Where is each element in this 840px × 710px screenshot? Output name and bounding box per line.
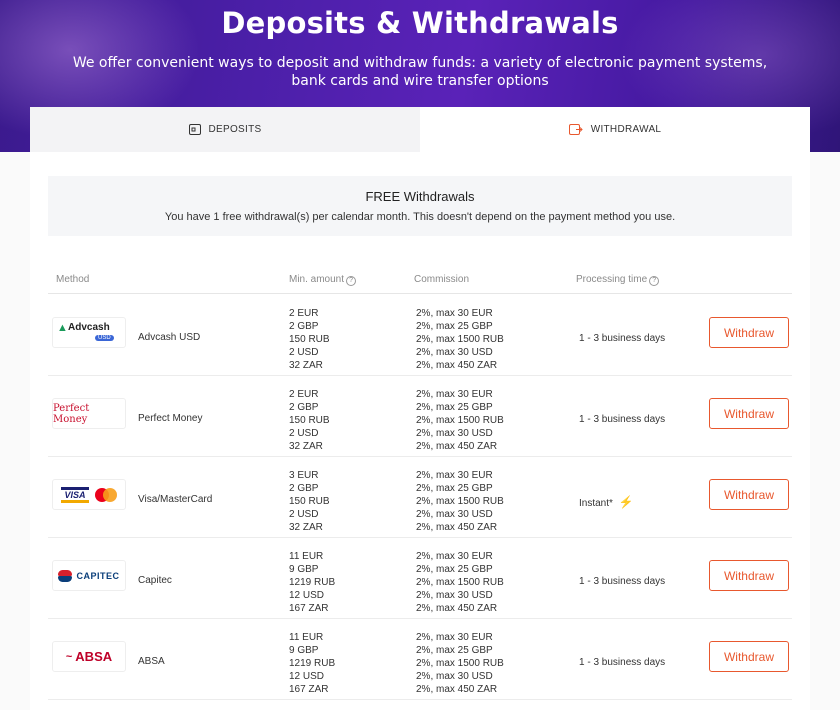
processing-time: 1 - 3 business days bbox=[579, 333, 666, 344]
withdraw-button[interactable]: Withdraw bbox=[709, 479, 789, 510]
min-amount-list: 3 EUR 2 GBP 150 RUB 2 USD 32 ZAR bbox=[289, 470, 330, 533]
tab-withdrawal[interactable]: WITHDRAWAL bbox=[420, 107, 810, 152]
commission-list: 2%, max 30 EUR 2%, max 25 GBP 2%, max 1500… bbox=[416, 308, 504, 371]
tab-deposits[interactable]: DEPOSITS bbox=[30, 107, 420, 152]
page-subtitle: We offer convenient ways to deposit and … bbox=[72, 55, 768, 89]
commission-list: 2%, max 30 EUR 2%, max 25 GBP 2%, max 1500… bbox=[416, 551, 504, 614]
withdraw-button[interactable]: Withdraw bbox=[709, 560, 789, 591]
table-row: CAPITEC Capitec 11 EUR 9 GBP 1219 RUB 12 US… bbox=[48, 538, 792, 619]
absa-mark-icon: ~ bbox=[65, 650, 73, 663]
lightning-icon: ⚡ bbox=[618, 495, 634, 509]
deposit-card-icon bbox=[188, 124, 201, 135]
commission-list: 2%, max 30 EUR 2%, max 25 GBP 2%, max 1500… bbox=[416, 632, 504, 695]
withdrawal-panel: FREE Withdrawals You have 1 free withdra… bbox=[30, 152, 810, 710]
table-row: VISA Visa/MasterCard 3 EUR 2 GBP 150 RUB 2 … bbox=[48, 457, 792, 538]
commission-list: 2%, max 30 EUR 2%, max 25 GBP 2%, max 1500… bbox=[416, 389, 504, 452]
table-header: Method Min. amount? Commission Processin… bbox=[48, 268, 792, 294]
processing-time: 1 - 3 business days bbox=[579, 414, 666, 425]
table-row: Perfect Money Perfect Money 2 EUR 2 GBP 15… bbox=[48, 376, 792, 457]
header-min-amount: Min. amount? bbox=[289, 274, 357, 286]
tab-bar: DEPOSITS WITHDRAWAL bbox=[30, 107, 810, 152]
method-name: Perfect Money bbox=[138, 413, 203, 424]
processing-time: Instant* ⚡ bbox=[579, 495, 634, 509]
withdraw-button[interactable]: Withdraw bbox=[709, 641, 789, 672]
table-row: ~ ABSA ABSA 11 EUR 9 GBP 1219 RUB 12 USD 167… bbox=[48, 619, 792, 700]
free-withdrawals-notice: FREE Withdrawals You have 1 free withdra… bbox=[48, 176, 792, 236]
method-name: Advcash USD bbox=[138, 332, 201, 343]
visa-mastercard-logo: VISA bbox=[52, 479, 126, 510]
header-commission: Commission bbox=[414, 274, 470, 285]
page-title: Deposits & Withdrawals bbox=[221, 6, 619, 40]
perfect-money-logo: Perfect Money bbox=[52, 398, 126, 429]
header-processing-time: Processing time? bbox=[576, 274, 660, 286]
content-area: FREE Withdrawals You have 1 free withdra… bbox=[0, 152, 840, 710]
method-name: Visa/MasterCard bbox=[138, 494, 213, 505]
advcash-logo: ▲ Advcash USD bbox=[52, 317, 126, 348]
capitec-logo: CAPITEC bbox=[52, 560, 126, 591]
withdraw-button[interactable]: Withdraw bbox=[709, 317, 789, 348]
tab-deposits-label: DEPOSITS bbox=[208, 124, 262, 135]
min-amount-list: 11 EUR 9 GBP 1219 RUB 12 USD 167 ZAR bbox=[289, 551, 336, 614]
header-method: Method bbox=[56, 274, 90, 285]
mastercard-icon bbox=[94, 487, 117, 502]
commission-list: 2%, max 30 EUR 2%, max 25 GBP 2%, max 1500… bbox=[416, 470, 504, 533]
min-amount-list: 11 EUR 9 GBP 1219 RUB 12 USD 167 ZAR bbox=[289, 632, 336, 695]
processing-time: 1 - 3 business days bbox=[579, 657, 666, 668]
table-row: ▲ Advcash USD Advcash USD 2 EUR 2 GBP 150 … bbox=[48, 295, 792, 376]
min-amount-list: 2 EUR 2 GBP 150 RUB 2 USD 32 ZAR bbox=[289, 308, 330, 371]
processing-time: 1 - 3 business days bbox=[579, 576, 666, 587]
withdraw-card-icon bbox=[568, 124, 583, 135]
absa-logo: ~ ABSA bbox=[52, 641, 126, 672]
free-withdrawals-text: You have 1 free withdrawal(s) per calend… bbox=[164, 211, 676, 223]
method-name: ABSA bbox=[138, 656, 165, 667]
free-withdrawals-title: FREE Withdrawals bbox=[365, 189, 475, 204]
help-icon[interactable]: ? bbox=[649, 276, 660, 286]
help-icon[interactable]: ? bbox=[346, 276, 357, 286]
method-name: Capitec bbox=[138, 575, 172, 586]
capitec-mark-icon bbox=[58, 569, 73, 582]
withdraw-button[interactable]: Withdraw bbox=[709, 398, 789, 429]
tab-withdrawal-label: WITHDRAWAL bbox=[590, 124, 662, 135]
min-amount-list: 2 EUR 2 GBP 150 RUB 2 USD 32 ZAR bbox=[289, 389, 330, 452]
